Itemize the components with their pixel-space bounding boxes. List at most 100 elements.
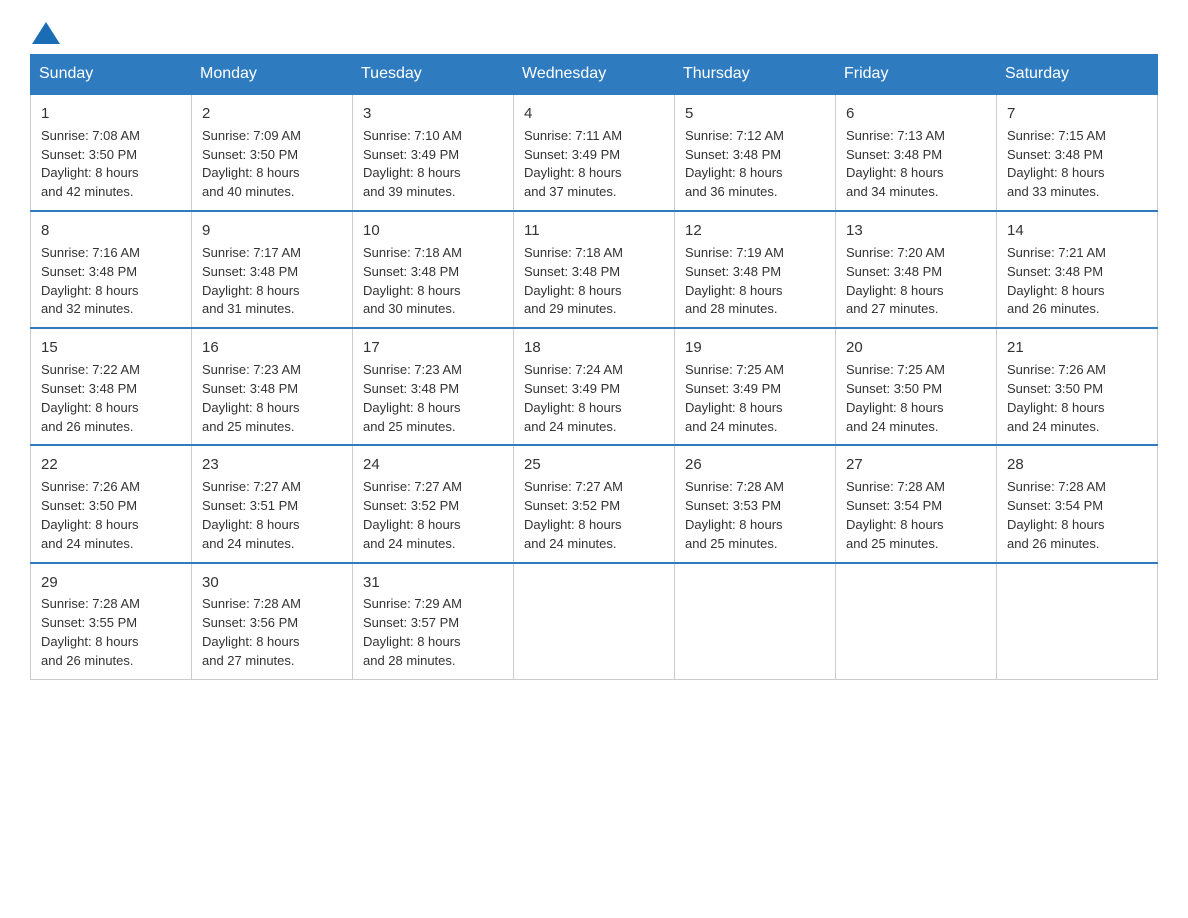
day-number: 23 xyxy=(202,454,342,476)
day-info: Sunrise: 7:23 AMSunset: 3:48 PMDaylight:… xyxy=(202,361,342,436)
calendar-cell: 9Sunrise: 7:17 AMSunset: 3:48 PMDaylight… xyxy=(192,211,353,328)
calendar-cell: 15Sunrise: 7:22 AMSunset: 3:48 PMDayligh… xyxy=(31,328,192,445)
day-info: Sunrise: 7:15 AMSunset: 3:48 PMDaylight:… xyxy=(1007,127,1147,202)
day-info: Sunrise: 7:08 AMSunset: 3:50 PMDaylight:… xyxy=(41,127,181,202)
day-number: 10 xyxy=(363,220,503,242)
calendar-week-row: 15Sunrise: 7:22 AMSunset: 3:48 PMDayligh… xyxy=(31,328,1158,445)
day-info: Sunrise: 7:09 AMSunset: 3:50 PMDaylight:… xyxy=(202,127,342,202)
day-info: Sunrise: 7:19 AMSunset: 3:48 PMDaylight:… xyxy=(685,244,825,319)
day-number: 12 xyxy=(685,220,825,242)
calendar-cell: 12Sunrise: 7:19 AMSunset: 3:48 PMDayligh… xyxy=(675,211,836,328)
day-info: Sunrise: 7:20 AMSunset: 3:48 PMDaylight:… xyxy=(846,244,986,319)
day-number: 19 xyxy=(685,337,825,359)
calendar-cell: 23Sunrise: 7:27 AMSunset: 3:51 PMDayligh… xyxy=(192,445,353,562)
day-number: 30 xyxy=(202,572,342,594)
day-number: 1 xyxy=(41,103,181,125)
day-number: 9 xyxy=(202,220,342,242)
column-header-tuesday: Tuesday xyxy=(353,55,514,95)
day-number: 31 xyxy=(363,572,503,594)
calendar-header-row: SundayMondayTuesdayWednesdayThursdayFrid… xyxy=(31,55,1158,95)
day-info: Sunrise: 7:12 AMSunset: 3:48 PMDaylight:… xyxy=(685,127,825,202)
day-number: 27 xyxy=(846,454,986,476)
calendar-cell: 20Sunrise: 7:25 AMSunset: 3:50 PMDayligh… xyxy=(836,328,997,445)
logo-triangle-icon xyxy=(32,22,60,44)
day-number: 15 xyxy=(41,337,181,359)
column-header-wednesday: Wednesday xyxy=(514,55,675,95)
calendar-cell: 22Sunrise: 7:26 AMSunset: 3:50 PMDayligh… xyxy=(31,445,192,562)
day-number: 4 xyxy=(524,103,664,125)
day-info: Sunrise: 7:24 AMSunset: 3:49 PMDaylight:… xyxy=(524,361,664,436)
day-info: Sunrise: 7:18 AMSunset: 3:48 PMDaylight:… xyxy=(363,244,503,319)
day-number: 20 xyxy=(846,337,986,359)
day-info: Sunrise: 7:17 AMSunset: 3:48 PMDaylight:… xyxy=(202,244,342,319)
calendar-cell: 26Sunrise: 7:28 AMSunset: 3:53 PMDayligh… xyxy=(675,445,836,562)
day-number: 8 xyxy=(41,220,181,242)
day-info: Sunrise: 7:13 AMSunset: 3:48 PMDaylight:… xyxy=(846,127,986,202)
calendar-week-row: 8Sunrise: 7:16 AMSunset: 3:48 PMDaylight… xyxy=(31,211,1158,328)
day-number: 29 xyxy=(41,572,181,594)
day-number: 22 xyxy=(41,454,181,476)
calendar-cell: 19Sunrise: 7:25 AMSunset: 3:49 PMDayligh… xyxy=(675,328,836,445)
day-info: Sunrise: 7:27 AMSunset: 3:51 PMDaylight:… xyxy=(202,478,342,553)
day-info: Sunrise: 7:25 AMSunset: 3:50 PMDaylight:… xyxy=(846,361,986,436)
calendar-cell: 28Sunrise: 7:28 AMSunset: 3:54 PMDayligh… xyxy=(997,445,1158,562)
calendar-cell: 13Sunrise: 7:20 AMSunset: 3:48 PMDayligh… xyxy=(836,211,997,328)
day-info: Sunrise: 7:26 AMSunset: 3:50 PMDaylight:… xyxy=(41,478,181,553)
day-number: 2 xyxy=(202,103,342,125)
day-number: 28 xyxy=(1007,454,1147,476)
day-info: Sunrise: 7:27 AMSunset: 3:52 PMDaylight:… xyxy=(363,478,503,553)
day-number: 21 xyxy=(1007,337,1147,359)
day-info: Sunrise: 7:10 AMSunset: 3:49 PMDaylight:… xyxy=(363,127,503,202)
calendar-table: SundayMondayTuesdayWednesdayThursdayFrid… xyxy=(30,54,1158,680)
column-header-sunday: Sunday xyxy=(31,55,192,95)
calendar-cell: 16Sunrise: 7:23 AMSunset: 3:48 PMDayligh… xyxy=(192,328,353,445)
calendar-cell: 10Sunrise: 7:18 AMSunset: 3:48 PMDayligh… xyxy=(353,211,514,328)
calendar-cell xyxy=(836,563,997,680)
day-number: 7 xyxy=(1007,103,1147,125)
calendar-cell: 17Sunrise: 7:23 AMSunset: 3:48 PMDayligh… xyxy=(353,328,514,445)
calendar-cell: 27Sunrise: 7:28 AMSunset: 3:54 PMDayligh… xyxy=(836,445,997,562)
calendar-cell: 11Sunrise: 7:18 AMSunset: 3:48 PMDayligh… xyxy=(514,211,675,328)
day-number: 16 xyxy=(202,337,342,359)
day-number: 25 xyxy=(524,454,664,476)
calendar-cell: 3Sunrise: 7:10 AMSunset: 3:49 PMDaylight… xyxy=(353,94,514,211)
calendar-cell: 4Sunrise: 7:11 AMSunset: 3:49 PMDaylight… xyxy=(514,94,675,211)
calendar-week-row: 29Sunrise: 7:28 AMSunset: 3:55 PMDayligh… xyxy=(31,563,1158,680)
day-info: Sunrise: 7:28 AMSunset: 3:54 PMDaylight:… xyxy=(846,478,986,553)
calendar-cell: 1Sunrise: 7:08 AMSunset: 3:50 PMDaylight… xyxy=(31,94,192,211)
day-info: Sunrise: 7:23 AMSunset: 3:48 PMDaylight:… xyxy=(363,361,503,436)
calendar-cell xyxy=(675,563,836,680)
column-header-monday: Monday xyxy=(192,55,353,95)
calendar-cell: 31Sunrise: 7:29 AMSunset: 3:57 PMDayligh… xyxy=(353,563,514,680)
column-header-friday: Friday xyxy=(836,55,997,95)
column-header-saturday: Saturday xyxy=(997,55,1158,95)
day-number: 14 xyxy=(1007,220,1147,242)
column-header-thursday: Thursday xyxy=(675,55,836,95)
day-number: 17 xyxy=(363,337,503,359)
day-info: Sunrise: 7:29 AMSunset: 3:57 PMDaylight:… xyxy=(363,595,503,670)
calendar-cell: 14Sunrise: 7:21 AMSunset: 3:48 PMDayligh… xyxy=(997,211,1158,328)
day-info: Sunrise: 7:18 AMSunset: 3:48 PMDaylight:… xyxy=(524,244,664,319)
day-info: Sunrise: 7:27 AMSunset: 3:52 PMDaylight:… xyxy=(524,478,664,553)
calendar-cell xyxy=(514,563,675,680)
day-info: Sunrise: 7:25 AMSunset: 3:49 PMDaylight:… xyxy=(685,361,825,436)
calendar-cell: 21Sunrise: 7:26 AMSunset: 3:50 PMDayligh… xyxy=(997,328,1158,445)
day-number: 13 xyxy=(846,220,986,242)
page-header xyxy=(30,20,1158,44)
calendar-cell: 2Sunrise: 7:09 AMSunset: 3:50 PMDaylight… xyxy=(192,94,353,211)
day-number: 6 xyxy=(846,103,986,125)
day-info: Sunrise: 7:26 AMSunset: 3:50 PMDaylight:… xyxy=(1007,361,1147,436)
day-number: 11 xyxy=(524,220,664,242)
day-info: Sunrise: 7:28 AMSunset: 3:56 PMDaylight:… xyxy=(202,595,342,670)
calendar-cell: 25Sunrise: 7:27 AMSunset: 3:52 PMDayligh… xyxy=(514,445,675,562)
day-number: 26 xyxy=(685,454,825,476)
logo xyxy=(30,20,60,44)
calendar-cell: 24Sunrise: 7:27 AMSunset: 3:52 PMDayligh… xyxy=(353,445,514,562)
day-info: Sunrise: 7:22 AMSunset: 3:48 PMDaylight:… xyxy=(41,361,181,436)
calendar-cell: 7Sunrise: 7:15 AMSunset: 3:48 PMDaylight… xyxy=(997,94,1158,211)
day-number: 5 xyxy=(685,103,825,125)
day-info: Sunrise: 7:16 AMSunset: 3:48 PMDaylight:… xyxy=(41,244,181,319)
calendar-cell: 8Sunrise: 7:16 AMSunset: 3:48 PMDaylight… xyxy=(31,211,192,328)
calendar-cell: 30Sunrise: 7:28 AMSunset: 3:56 PMDayligh… xyxy=(192,563,353,680)
day-info: Sunrise: 7:28 AMSunset: 3:55 PMDaylight:… xyxy=(41,595,181,670)
